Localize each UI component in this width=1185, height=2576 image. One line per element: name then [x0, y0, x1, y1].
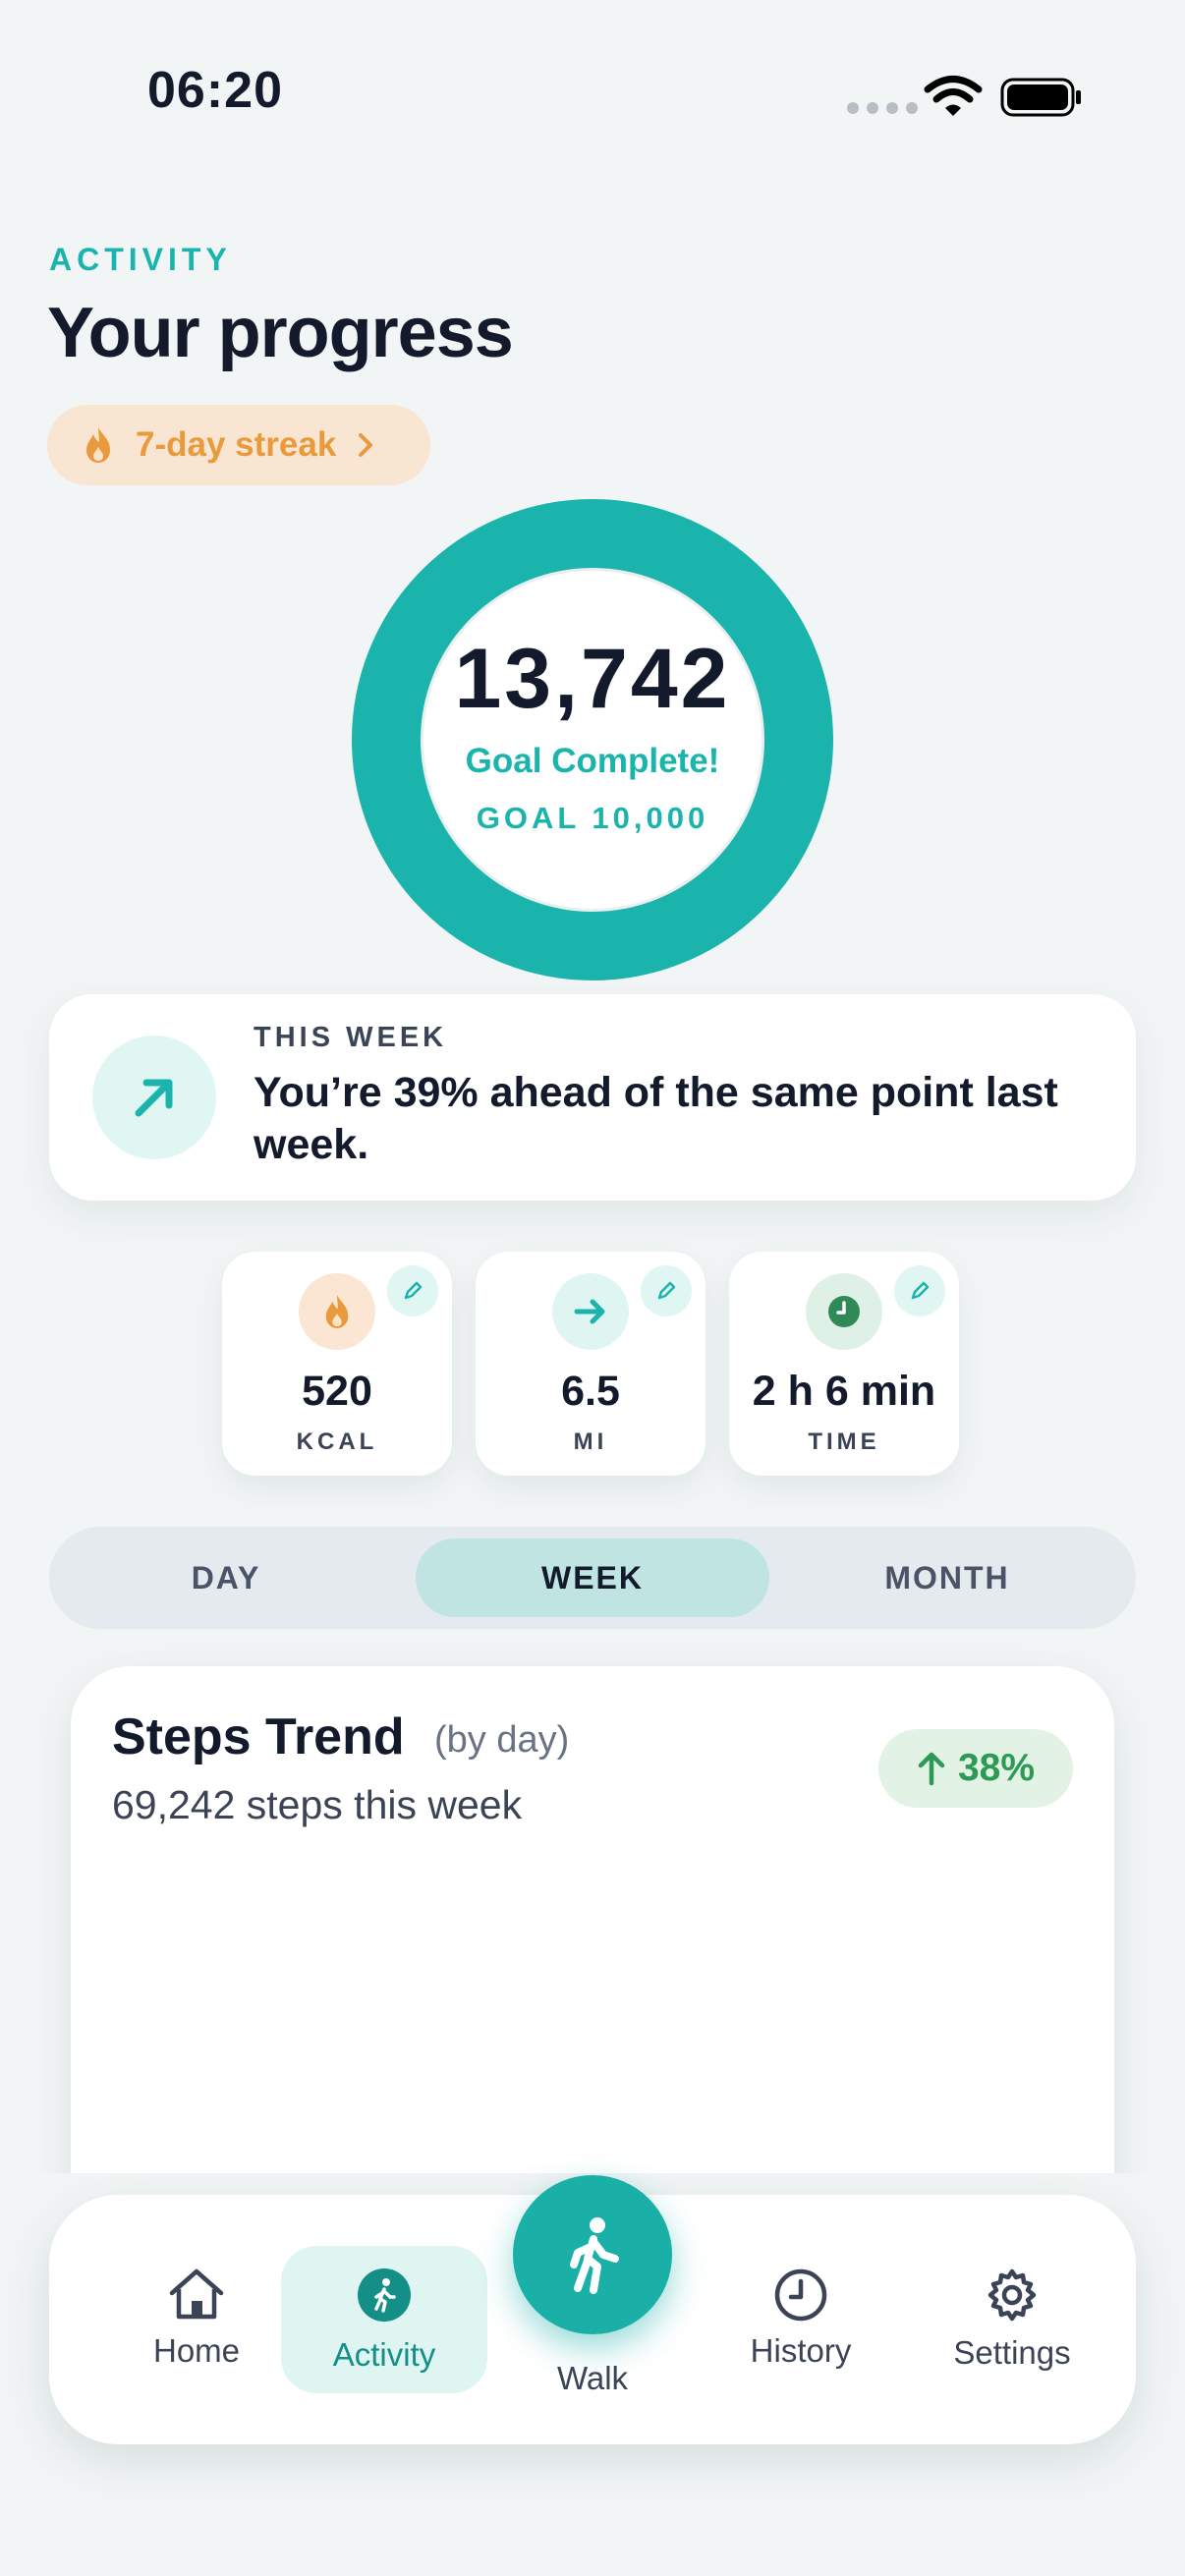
- clock-icon: [806, 1273, 882, 1350]
- section-eyebrow: ACTIVITY: [49, 242, 232, 277]
- week-message: You’re 39% ahead of the same point last …: [254, 1069, 1058, 1168]
- week-insight-card: THIS WEEK You’re 39% ahead of the same p…: [49, 994, 1136, 1201]
- streak-chip[interactable]: 7-day streak: [47, 405, 430, 485]
- flame-icon: [86, 427, 110, 463]
- gear-icon: [988, 2268, 1037, 2322]
- clock-icon: [774, 2268, 827, 2322]
- trend-up-icon-badge: [92, 1036, 216, 1159]
- walk-button[interactable]: [513, 2175, 672, 2334]
- distance-value: 6.5: [561, 1368, 620, 1415]
- calories-unit: KCAL: [296, 1428, 378, 1455]
- wifi-icon: [924, 76, 983, 116]
- tab-activity[interactable]: Activity: [281, 2195, 487, 2444]
- tab-history-label: History: [750, 2332, 852, 2369]
- ring-center: 13,742 Goal Complete! GOAL 10,000: [352, 499, 833, 980]
- tab-activity-label: Activity: [332, 2336, 436, 2373]
- edit-time-button[interactable]: [894, 1265, 945, 1316]
- home-icon: [169, 2268, 224, 2320]
- goal-status: Goal Complete!: [465, 741, 720, 780]
- arrow-up-right-icon: [135, 1079, 173, 1117]
- goal-target: GOAL 10,000: [476, 800, 709, 835]
- arrow-right-icon: [552, 1273, 629, 1350]
- pencil-icon: [657, 1281, 676, 1300]
- tab-walk-label: Walk: [556, 2360, 629, 2396]
- tab-home-label: Home: [152, 2332, 241, 2369]
- stat-card-distance[interactable]: 6.5 MI: [476, 1252, 705, 1476]
- period-segmented-control: DAY WEEK MONTH: [49, 1527, 1136, 1629]
- pencil-icon: [404, 1281, 423, 1300]
- segment-month[interactable]: MONTH: [770, 1539, 1124, 1617]
- distance-unit: MI: [573, 1428, 608, 1455]
- battery-icon: [1000, 78, 1081, 117]
- time-value: 2 h 6 min: [752, 1368, 936, 1415]
- pencil-icon: [911, 1281, 930, 1300]
- tab-settings[interactable]: Settings: [924, 2195, 1100, 2444]
- step-count: 13,742: [454, 631, 731, 726]
- time-unit: TIME: [808, 1428, 880, 1455]
- stat-card-calories[interactable]: 520 KCAL: [222, 1252, 452, 1476]
- segment-week[interactable]: WEEK: [416, 1539, 769, 1617]
- streak-label: 7-day streak: [136, 425, 337, 464]
- page-title: Your progress: [47, 294, 514, 372]
- tab-home[interactable]: Home: [108, 2195, 285, 2444]
- walk-icon: [570, 2217, 619, 2294]
- status-time: 06:20: [147, 62, 283, 119]
- tab-settings-label: Settings: [953, 2334, 1071, 2371]
- tab-history[interactable]: History: [717, 2195, 884, 2444]
- walk-icon: [358, 2268, 411, 2322]
- edit-distance-button[interactable]: [641, 1265, 692, 1316]
- flame-icon: [299, 1273, 375, 1350]
- chevron-right-icon: [359, 433, 373, 457]
- week-eyebrow: THIS WEEK: [254, 1022, 448, 1053]
- edit-calories-button[interactable]: [387, 1265, 438, 1316]
- calories-value: 520: [302, 1368, 372, 1415]
- cellular-signal-icon: [847, 102, 918, 114]
- stat-card-time[interactable]: 2 h 6 min TIME: [729, 1252, 959, 1476]
- segment-day[interactable]: DAY: [49, 1539, 403, 1617]
